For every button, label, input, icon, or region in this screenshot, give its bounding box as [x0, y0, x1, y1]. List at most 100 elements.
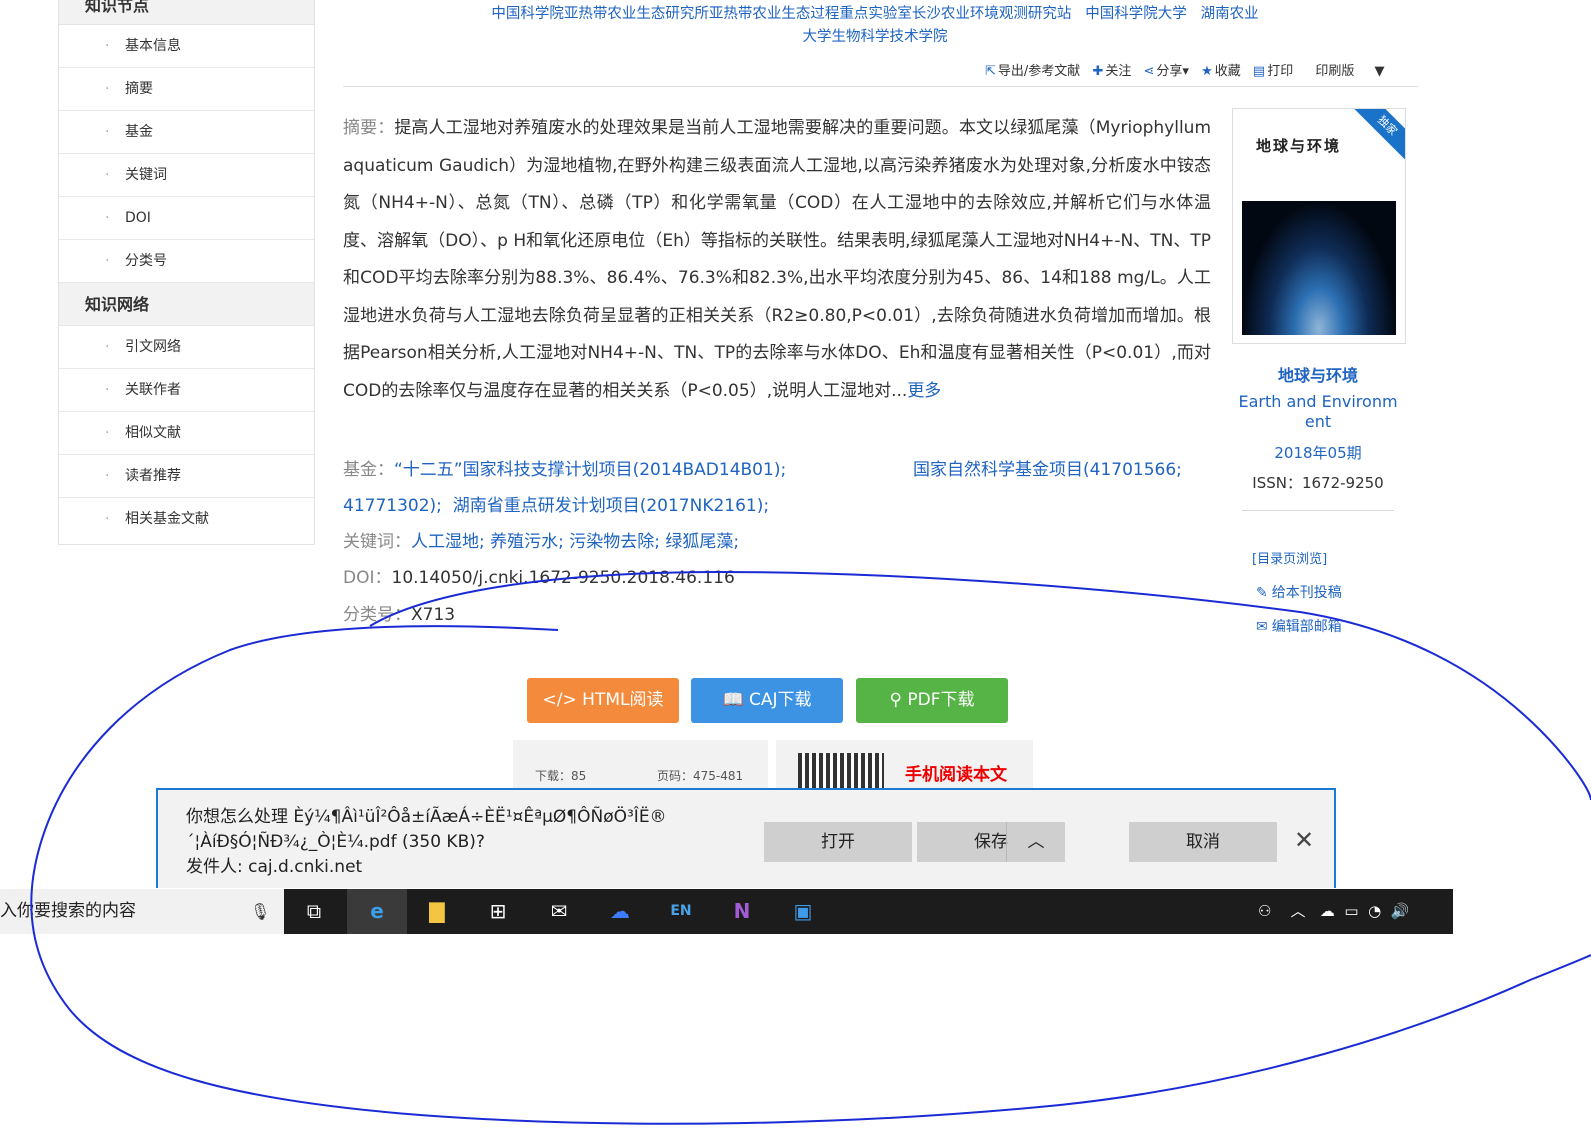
doi-row: DOI：10.14050/j.cnki.1672-9250.2018.46.11… — [343, 563, 735, 588]
classno-value: X713 — [411, 605, 456, 625]
open-button[interactable]: 打开 — [764, 822, 912, 862]
doi-label: DOI： — [343, 568, 392, 588]
journal-name-en-line1: Earth and Environm — [1238, 392, 1398, 411]
nav-item-fund[interactable]: 基金 — [59, 111, 314, 154]
download-prompt-line1: 你想怎么处理 Èý¼¶Âì¹üÎ²Ôå±íÃæÁ÷ÈË¹¤ÊªµØ¶ÔÑøÖ³Î… — [186, 807, 667, 827]
chevron-up-icon[interactable]: ︿ — [1291, 902, 1306, 920]
more-link[interactable]: 更多 — [907, 381, 941, 401]
journal-name-en[interactable]: Earth and Environm ent — [1232, 392, 1404, 432]
download-prompt-line2: ´¦ÀíÐ§Ó¦ÑÐ¾¿_Ò¦È¼.pdf (350 KB)? — [186, 832, 485, 852]
article-toolbar: ⇱ 导出/参考文献 ✚ 关注 ⋖ 分享▾ ★ 收藏 ▤ 打印 印刷版 ▼ — [985, 60, 1393, 79]
export-icon: ⇱ — [985, 64, 996, 79]
nav-item-label: 关键词 — [125, 167, 167, 183]
chevron-up-icon[interactable]: ︿ — [1006, 822, 1065, 862]
nav-item-citation-network[interactable]: 引文网络 — [59, 326, 314, 369]
battery-icon[interactable]: ▭ — [1344, 902, 1358, 920]
keyword-link[interactable]: 绿狐尾藻; — [665, 532, 739, 552]
nav-item-reader-recommend[interactable]: 读者推荐 — [59, 455, 314, 498]
baidu-netdisk-icon[interactable]: ☁ — [590, 889, 650, 934]
printer-icon: ▤ — [1252, 64, 1266, 79]
fund-link-1[interactable]: “十二五”国家科技支撑计划项目(2014BAD14B01); — [394, 460, 786, 480]
affiliation-line-1[interactable]: 中国科学院亚热带农业生态研究所亚热带农业生态过程重点实验室长沙农业环境观测研究站… — [345, 3, 1405, 26]
dictionary-icon[interactable]: EN — [651, 889, 711, 934]
caj-download-button[interactable]: 📖 CAJ下载 — [691, 678, 843, 723]
left-navigation: 知识节点 基本信息 摘要 基金 关键词 DOI 分类号 知识网络 引文网络 关联… — [58, 0, 315, 545]
export-label: 导出/参考文献 — [997, 64, 1081, 79]
page-range: 页码：475-481 — [657, 769, 744, 783]
share-button[interactable]: ⋖ 分享▾ — [1144, 60, 1189, 79]
download-notification-bar: 你想怎么处理 Èý¼¶Âì¹üÎ²Ôå±íÃæÁ÷ÈË¹¤ÊªµØ¶ÔÑøÖ³Î… — [156, 788, 1336, 888]
doi-value: 10.14050/j.cnki.1672-9250.2018.46.116 — [391, 568, 735, 588]
journal-cover[interactable]: 地球与环境 独家 — [1232, 108, 1406, 344]
nav-item-abstract[interactable]: 摘要 — [59, 68, 314, 111]
qr-code-icon — [798, 753, 884, 788]
classno-row: 分类号：X713 — [343, 600, 455, 625]
follow-button[interactable]: ✚ 关注 — [1092, 60, 1131, 79]
editor-email-link[interactable]: ✉ 编辑部邮箱 — [1256, 616, 1342, 636]
onedrive-icon[interactable]: ☁ — [1320, 902, 1335, 920]
microphone-icon[interactable]: 🎙 — [250, 889, 270, 934]
book-icon: 📖 — [722, 690, 744, 710]
export-button[interactable]: ⇱ 导出/参考文献 — [985, 60, 1080, 79]
caret-down-icon: ▾ — [1182, 64, 1189, 79]
nav-item-label: 相似文献 — [125, 425, 181, 441]
mobile-read-box[interactable]: 手机阅读本文 — [776, 740, 1033, 788]
earth-image — [1242, 201, 1396, 335]
fund-label: 基金： — [343, 460, 394, 480]
journal-name-cn[interactable]: 地球与环境 — [1232, 362, 1404, 386]
journal-issue[interactable]: 2018年05期 — [1232, 442, 1404, 463]
fund-link-3[interactable]: 湖南省重点研发计划项目(2017NK2161); — [453, 496, 769, 516]
divider — [1242, 510, 1394, 511]
task-view-icon[interactable]: ⧉ — [284, 889, 344, 934]
divider — [343, 86, 1418, 87]
nav-item-label: 相关基金文献 — [125, 511, 209, 527]
favorite-button[interactable]: ★ 收藏 — [1201, 60, 1241, 79]
author-affiliation[interactable]: 中国科学院亚热带农业生态研究所亚热带农业生态过程重点实验室长沙农业环境观测研究站… — [345, 3, 1405, 49]
dropdown-triangle-icon[interactable]: ▼ — [1375, 64, 1385, 79]
nav-item-related-fund-docs[interactable]: 相关基金文献 — [59, 498, 314, 541]
fund-row-2: 41771302); 湖南省重点研发计划项目(2017NK2161); — [343, 491, 769, 516]
nav-item-related-authors[interactable]: 关联作者 — [59, 369, 314, 412]
close-icon[interactable]: ✕ — [1294, 826, 1314, 854]
taskbar: 入你要搜索的内容 🎙 ⧉ e ▇ ⊞ ✉ ☁ EN N ▣ ⚇ ︿ ☁ ▭ ◔ … — [0, 889, 1453, 934]
print-button[interactable]: ▤ 打印 — [1253, 60, 1293, 79]
pdf-download-button[interactable]: ⚲ PDF下载 — [856, 678, 1008, 723]
search-placeholder: 入你要搜索的内容 — [0, 901, 136, 921]
pen-icon: ✎ — [1256, 585, 1268, 601]
fund-link-2[interactable]: 国家自然科学基金项目(41701566; — [913, 460, 1182, 480]
abstract-paragraph: 摘要：提高人工湿地对养殖废水的处理效果是当前人工湿地需要解决的重要问题。本文以绿… — [343, 110, 1211, 410]
nav-item-basic-info[interactable]: 基本信息 — [59, 25, 314, 68]
edge-browser-icon[interactable]: e — [347, 889, 407, 934]
fund-link-2-cont[interactable]: 41771302); — [343, 496, 442, 516]
keyword-link[interactable]: 污染物去除; — [569, 532, 660, 552]
nav-item-keywords[interactable]: 关键词 — [59, 154, 314, 197]
nav-item-label: 引文网络 — [125, 339, 181, 355]
nav-item-label: 分类号 — [125, 253, 167, 269]
html-read-button[interactable]: </> HTML阅读 — [527, 678, 679, 723]
nav-item-classno[interactable]: 分类号 — [59, 240, 314, 283]
download-source: 发件人: caj.d.cnki.net — [186, 857, 363, 877]
print-label: 打印 — [1267, 64, 1294, 79]
nav-item-similar-docs[interactable]: 相似文献 — [59, 412, 314, 455]
file-explorer-icon[interactable]: ▇ — [407, 889, 467, 934]
onenote-icon[interactable]: N — [712, 889, 772, 934]
volume-icon[interactable]: 🔊 — [1391, 902, 1410, 920]
affiliation-line-2[interactable]: 大学生物科学技术学院 — [345, 26, 1405, 49]
app-icon[interactable]: ▣ — [773, 889, 833, 934]
wifi-icon[interactable]: ◔ — [1368, 902, 1381, 920]
nav-item-doi[interactable]: DOI — [59, 197, 314, 240]
nav-item-label: 关联作者 — [125, 382, 181, 398]
cancel-button[interactable]: 取消 — [1129, 822, 1277, 862]
submit-manuscript-link[interactable]: ✎ 给本刊投稿 — [1256, 582, 1342, 602]
taskbar-search-input[interactable]: 入你要搜索的内容 🎙 — [0, 889, 284, 934]
mail-icon[interactable]: ✉ — [529, 889, 589, 934]
save-button[interactable]: 保存 ︿ — [917, 822, 1065, 862]
toc-browse-link[interactable]: [目录页浏览] — [1252, 548, 1327, 567]
keyword-link[interactable]: 养殖污水; — [490, 532, 564, 552]
store-icon[interactable]: ⊞ — [468, 889, 528, 934]
print-version-button[interactable]: 印刷版 — [1315, 60, 1354, 79]
people-icon[interactable]: ⚇ — [1258, 902, 1271, 920]
keyword-link[interactable]: 人工湿地; — [411, 532, 485, 552]
share-label: 分享 — [1156, 64, 1183, 79]
star-icon: ★ — [1201, 64, 1213, 79]
